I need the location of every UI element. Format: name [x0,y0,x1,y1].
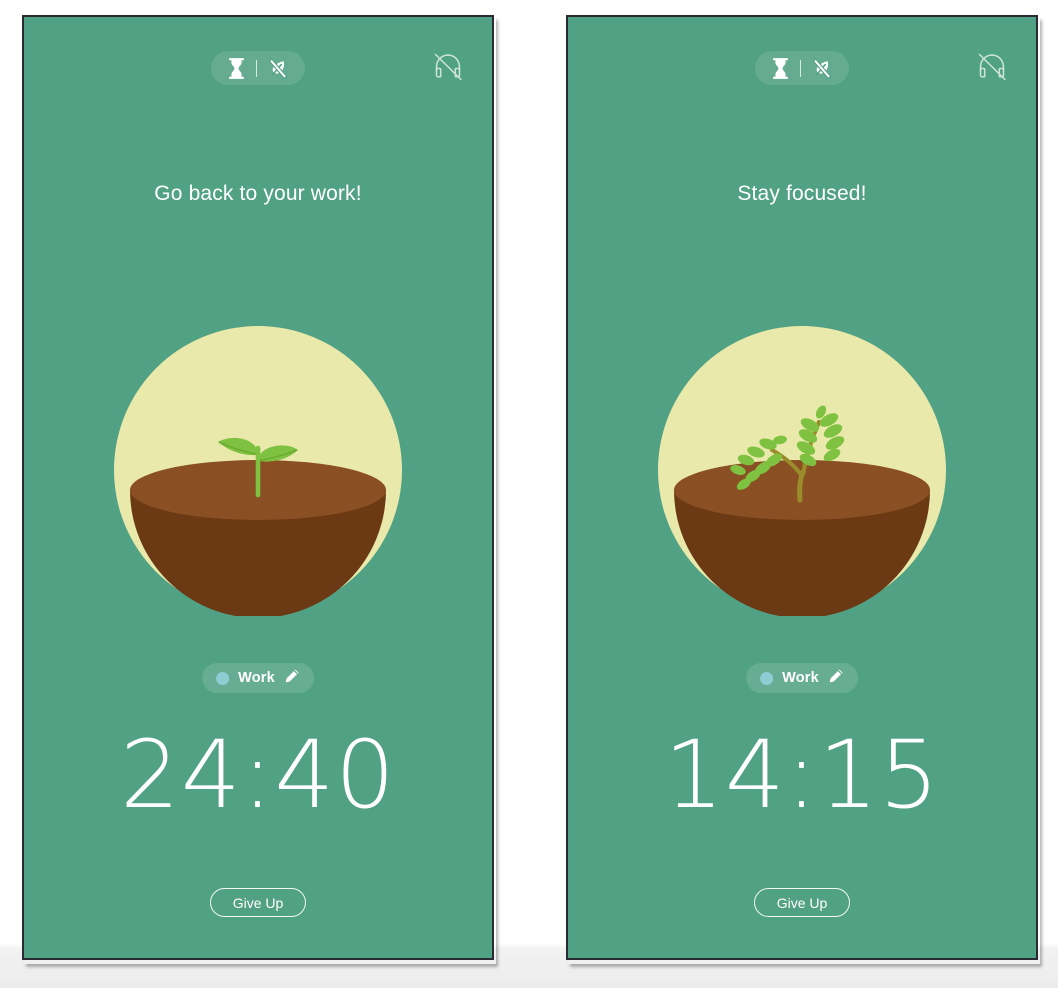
give-up-button-right[interactable]: Give Up [754,888,850,917]
countdown-timer-left: 24:40 [120,721,396,830]
page-root: Go back to your work! Work 24:40 Give Up… [0,0,1058,988]
tag-label: Work [782,670,819,686]
hourglass-icon [772,57,789,79]
plant-illustration-right [656,324,948,616]
mode-pill-separator [800,59,801,77]
headphones-off-icon [975,50,1009,87]
mode-pill-left[interactable] [211,51,305,85]
countdown-timer-right: 14:15 [664,721,940,830]
mode-pill-right[interactable] [755,51,849,85]
focus-message-right: Stay focused! [737,182,867,205]
tag-color-dot [216,671,230,685]
focus-message-left: Go back to your work! [154,182,362,205]
hourglass-icon [228,57,245,79]
give-up-button-left[interactable]: Give Up [210,888,306,917]
task-tag-pill-right[interactable]: Work [746,663,858,693]
focus-screen-left: Go back to your work! Work 24:40 Give Up [22,15,494,960]
headphones-off-button-right[interactable] [974,51,1010,85]
top-bar-left [24,45,492,91]
leaf-slash-icon [268,58,288,79]
top-bar-right [568,45,1036,91]
phone-screenshot-pair: Go back to your work! Work 24:40 Give Up… [0,0,1058,988]
tag-label: Work [238,670,275,686]
task-tag-pill-left[interactable]: Work [202,663,314,693]
headphones-off-icon [431,50,465,87]
tag-color-dot [760,671,774,685]
mode-pill-separator [256,59,257,77]
headphones-off-button-left[interactable] [430,51,466,85]
focus-screen-right: Stay focused! Work 14:15 Give Up [566,15,1038,960]
plant-illustration-left [112,324,404,616]
pencil-icon[interactable] [828,668,844,689]
leaf-slash-icon [812,58,832,79]
pencil-icon[interactable] [284,668,300,689]
